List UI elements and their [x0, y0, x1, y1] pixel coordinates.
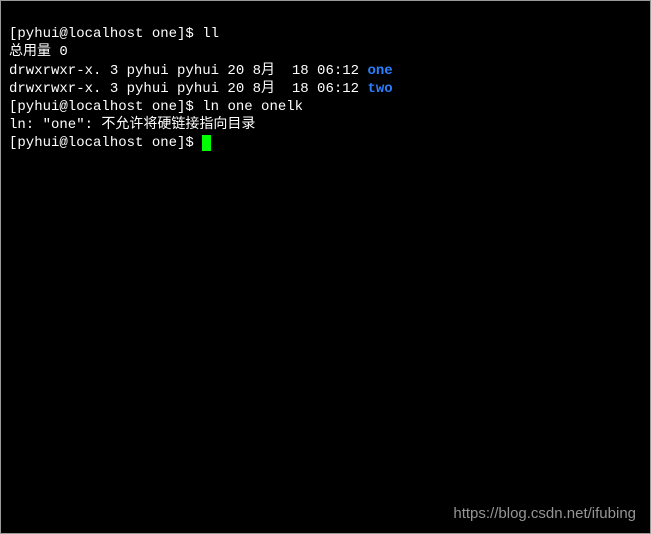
listing-perms: drwxrwxr-x. 3 pyhui pyhui 20 8月 18 06:12 [9, 63, 367, 79]
cursor-block[interactable] [202, 135, 211, 151]
watermark-text: https://blog.csdn.net/ifubing [453, 504, 636, 524]
terminal-output[interactable]: [pyhui@localhost one]$ ll 总用量 0 drwxrwxr… [1, 1, 650, 159]
shell-prompt: [pyhui@localhost one]$ [9, 99, 202, 115]
shell-prompt: [pyhui@localhost one]$ [9, 135, 202, 151]
directory-name: two [367, 81, 392, 97]
directory-name: one [367, 63, 392, 79]
shell-prompt: [pyhui@localhost one]$ [9, 26, 202, 42]
output-line: ln: "one": 不允许将硬链接指向目录 [9, 117, 255, 133]
output-line: 总用量 0 [9, 44, 68, 60]
command-text: ln one onelk [202, 99, 303, 115]
listing-perms: drwxrwxr-x. 3 pyhui pyhui 20 8月 18 06:12 [9, 81, 367, 97]
command-text: ll [202, 26, 219, 42]
